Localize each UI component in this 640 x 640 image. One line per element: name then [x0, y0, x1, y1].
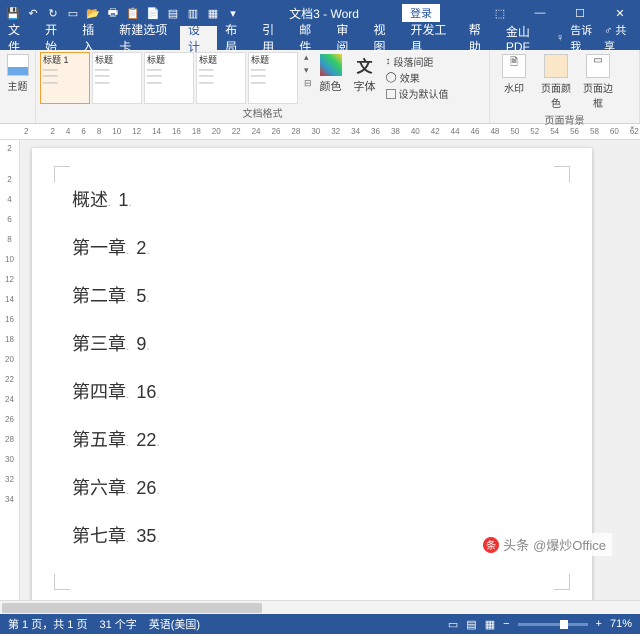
- credit-watermark: 条 头条 @爆炒Office: [477, 533, 612, 556]
- tab-帮助[interactable]: 帮助: [461, 26, 498, 50]
- status-page[interactable]: 第 1 页，共 1 页: [8, 616, 87, 632]
- status-bar: 第 1 页，共 1 页 31 个字 英语(美国) ▭ ▤ ▦ − + 71%: [0, 614, 640, 634]
- paragraph-spacing[interactable]: ↕ 段落间距: [386, 54, 449, 69]
- group-label-background: 页面背景: [494, 112, 635, 128]
- tell-me-icon[interactable]: ♀: [556, 32, 564, 44]
- page-scroll-area[interactable]: 概述.1. 第一章.2. 第二章.5. 第三章.9. 第四章.16. 第五章.22. 第六章…: [20, 140, 640, 600]
- margin-corner: [554, 574, 570, 590]
- open-icon[interactable]: 📂: [84, 4, 102, 22]
- status-word-count[interactable]: 31 个字: [99, 616, 136, 632]
- fonts-button[interactable]: 文字体: [350, 52, 380, 94]
- save-icon[interactable]: 💾: [4, 4, 22, 22]
- style-preset[interactable]: 标题━━━━━━━━━━━━: [248, 52, 298, 104]
- table-icon[interactable]: ▦: [204, 4, 222, 22]
- tab-视图[interactable]: 视图: [365, 26, 402, 50]
- colors-button[interactable]: 颜色: [316, 52, 346, 94]
- tab-设计[interactable]: 设计: [180, 26, 217, 50]
- gallery-up-icon[interactable]: ▴: [304, 52, 312, 63]
- window-title: 文档3 - Word: [246, 5, 402, 22]
- qat-item[interactable]: ▤: [164, 4, 182, 22]
- zoom-slider[interactable]: [518, 623, 588, 626]
- tab-审阅[interactable]: 审阅: [328, 26, 365, 50]
- tab-开始[interactable]: 开始: [37, 26, 74, 50]
- qat-dropdown-icon[interactable]: ▾: [224, 4, 242, 22]
- tab-开发工具[interactable]: 开发工具: [403, 26, 461, 50]
- set-default-button[interactable]: 设为默认值: [386, 86, 449, 101]
- toc-line[interactable]: 第六章.26.: [72, 474, 552, 500]
- collapse-ribbon-icon[interactable]: ˇ: [631, 126, 634, 137]
- toc-line[interactable]: 概述.1.: [72, 186, 552, 212]
- login-button[interactable]: 登录: [402, 4, 440, 22]
- undo-icon[interactable]: ↶: [24, 4, 42, 22]
- zoom-in-icon[interactable]: +: [596, 618, 602, 630]
- toc-line[interactable]: 第二章.5.: [72, 282, 552, 308]
- print-icon[interactable]: 🖶: [104, 4, 122, 22]
- scrollbar-thumb[interactable]: [2, 603, 262, 613]
- quick-access-toolbar: 💾 ↶ ↻ ▭ 📂 🖶 📋 📄 ▤ ▥ ▦ ▾: [0, 4, 246, 22]
- workspace: 2246810121416182022242628303234 概述.1. 第一章…: [0, 140, 640, 600]
- tab-文件[interactable]: 文件: [0, 26, 37, 50]
- horizontal-scrollbar[interactable]: [0, 600, 640, 614]
- status-language[interactable]: 英语(美国): [149, 616, 200, 632]
- view-read-icon[interactable]: ▭: [448, 618, 458, 631]
- ribbon-tabs: 文件开始插入新建选项卡设计布局引用邮件审阅视图开发工具帮助金山PDF ♀ 告诉我…: [0, 26, 640, 50]
- tab-布局[interactable]: 布局: [217, 26, 254, 50]
- watermark-button[interactable]: 🗎水印: [496, 54, 532, 95]
- qat-item[interactable]: ▥: [184, 4, 202, 22]
- zoom-out-icon[interactable]: −: [503, 618, 509, 630]
- style-preset[interactable]: 标题━━━━━━━━━━━━: [92, 52, 142, 104]
- toc-line[interactable]: 第四章.16.: [72, 378, 552, 404]
- new-icon[interactable]: ▭: [64, 4, 82, 22]
- zoom-level[interactable]: 71%: [610, 618, 632, 630]
- page-border-button[interactable]: ▭页面边框: [580, 54, 616, 110]
- vertical-ruler[interactable]: 2246810121416182022242628303234: [0, 140, 20, 600]
- toc-line[interactable]: 第一章.2.: [72, 234, 552, 260]
- credit-icon: 条: [483, 537, 499, 553]
- toc-line[interactable]: 第五章.22.: [72, 426, 552, 452]
- style-preset[interactable]: 标题━━━━━━━━━━━━: [144, 52, 194, 104]
- view-web-icon[interactable]: ▦: [485, 618, 495, 631]
- tab-邮件[interactable]: 邮件: [291, 26, 328, 50]
- page-color-button[interactable]: 页面颜色: [538, 54, 574, 110]
- themes-button[interactable]: 主题: [4, 52, 31, 93]
- tab-插入[interactable]: 插入: [74, 26, 111, 50]
- margin-corner: [54, 574, 70, 590]
- style-preset[interactable]: 标题━━━━━━━━━━━━: [196, 52, 246, 104]
- group-label-format: 文档格式: [40, 105, 485, 121]
- style-preset[interactable]: 标题 1━━━━━━━━━━━━: [40, 52, 90, 104]
- view-print-icon[interactable]: ▤: [466, 618, 476, 631]
- toc-line[interactable]: 第三章.9.: [72, 330, 552, 356]
- tab-引用[interactable]: 引用: [254, 26, 291, 50]
- ribbon: 主题 标题 1━━━━━━━━━━━━标题━━━━━━━━━━━━标题━━━━━…: [0, 50, 640, 124]
- gallery-down-icon[interactable]: ▾: [304, 65, 312, 76]
- margin-corner: [54, 166, 70, 182]
- effects-button[interactable]: ◯ 效果: [386, 70, 449, 85]
- margin-corner: [554, 166, 570, 182]
- gallery-more-icon[interactable]: ⊟: [304, 78, 312, 89]
- copy-icon[interactable]: 📄: [144, 4, 162, 22]
- redo-icon[interactable]: ↻: [44, 4, 62, 22]
- style-gallery[interactable]: 标题 1━━━━━━━━━━━━标题━━━━━━━━━━━━标题━━━━━━━━…: [40, 52, 298, 104]
- paste-icon[interactable]: 📋: [124, 4, 142, 22]
- tab-金山PDF[interactable]: 金山PDF: [498, 26, 556, 50]
- tab-新建选项卡[interactable]: 新建选项卡: [111, 26, 180, 50]
